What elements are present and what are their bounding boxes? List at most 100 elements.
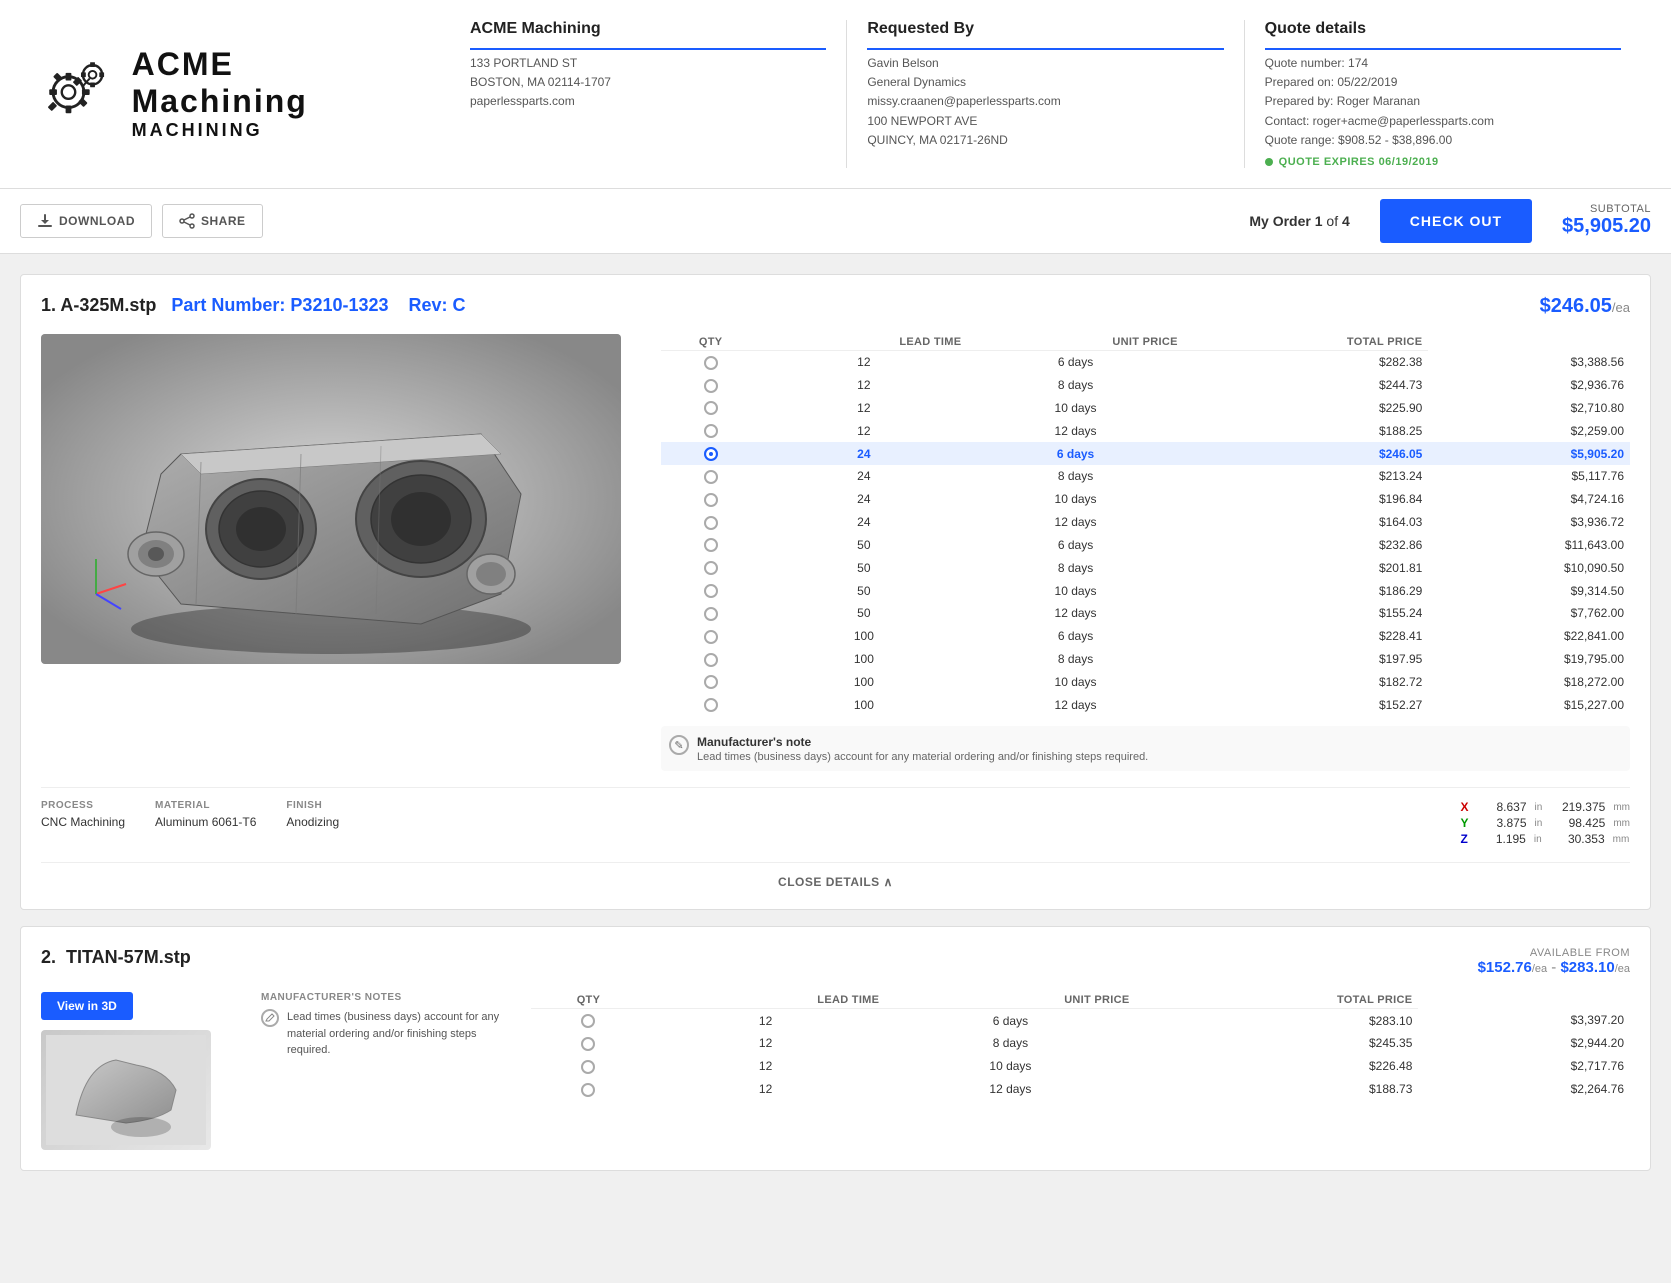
qty-cell: 100 bbox=[760, 625, 967, 648]
radio-button[interactable] bbox=[704, 584, 718, 598]
table-row[interactable]: 12 8 days $244.73 $2,936.76 bbox=[661, 374, 1630, 397]
radio-cell[interactable] bbox=[531, 1032, 646, 1055]
quote-contact: Contact: roger+acme@paperlessparts.com bbox=[1265, 112, 1621, 131]
total-price-cell: $18,272.00 bbox=[1428, 671, 1630, 694]
table-row[interactable]: 100 10 days $182.72 $18,272.00 bbox=[661, 671, 1630, 694]
radio-cell[interactable] bbox=[661, 556, 760, 579]
process-label: PROCESS bbox=[41, 800, 125, 811]
available-from: AVAILABLE FROM $152.76/ea - $283.10/ea bbox=[1478, 947, 1630, 976]
download-button[interactable]: DOWNLOAD bbox=[20, 204, 152, 238]
unit-price-cell: $246.05 bbox=[1184, 442, 1429, 465]
view-3d-button[interactable]: View in 3D bbox=[41, 992, 133, 1020]
lead-cell: 8 days bbox=[885, 1032, 1135, 1055]
radio-button[interactable] bbox=[704, 653, 718, 667]
table-row[interactable]: 12 8 days $245.35 $2,944.20 bbox=[531, 1032, 1630, 1055]
radio-cell[interactable] bbox=[661, 693, 760, 716]
radio-button[interactable] bbox=[704, 698, 718, 712]
table-row[interactable]: 100 6 days $228.41 $22,841.00 bbox=[661, 625, 1630, 648]
toolbar: DOWNLOAD SHARE My Order 1 of 4 CHECK OUT… bbox=[0, 189, 1671, 254]
radio-button[interactable] bbox=[581, 1037, 595, 1051]
part1-rev: Rev: C bbox=[409, 295, 466, 315]
radio-cell[interactable] bbox=[661, 625, 760, 648]
requested-by-title: Requested By bbox=[867, 20, 1223, 38]
radio-button[interactable] bbox=[704, 470, 718, 484]
radio-button[interactable] bbox=[704, 424, 718, 438]
table-row[interactable]: 24 10 days $196.84 $4,724.16 bbox=[661, 488, 1630, 511]
radio-cell[interactable] bbox=[661, 534, 760, 557]
radio-cell[interactable] bbox=[661, 671, 760, 694]
radio-button[interactable] bbox=[704, 493, 718, 507]
total-price-cell: $4,724.16 bbox=[1428, 488, 1630, 511]
radio-cell[interactable] bbox=[531, 1009, 646, 1032]
radio-button[interactable] bbox=[581, 1060, 595, 1074]
table-row[interactable]: 12 10 days $226.48 $2,717.76 bbox=[531, 1055, 1630, 1078]
table-row[interactable]: 50 10 days $186.29 $9,314.50 bbox=[661, 579, 1630, 602]
radio-button[interactable] bbox=[704, 516, 718, 530]
radio-cell[interactable] bbox=[661, 488, 760, 511]
radio-cell[interactable] bbox=[531, 1055, 646, 1078]
table-row[interactable]: 24 6 days $246.05 $5,905.20 bbox=[661, 442, 1630, 465]
radio-cell[interactable] bbox=[661, 419, 760, 442]
table-row[interactable]: 24 8 days $213.24 $5,117.76 bbox=[661, 465, 1630, 488]
qty-cell: 12 bbox=[646, 1055, 885, 1078]
radio-cell[interactable] bbox=[661, 511, 760, 534]
radio-cell[interactable] bbox=[661, 602, 760, 625]
table-row[interactable]: 12 6 days $282.38 $3,388.56 bbox=[661, 350, 1630, 373]
radio-button[interactable] bbox=[704, 447, 718, 461]
radio-cell[interactable] bbox=[661, 442, 760, 465]
dim-y-mm-unit: mm bbox=[1613, 818, 1630, 829]
radio-cell[interactable] bbox=[531, 1078, 646, 1101]
part1-per-ea: /ea bbox=[1612, 300, 1630, 315]
table-row[interactable]: 12 12 days $188.25 $2,259.00 bbox=[661, 419, 1630, 442]
unit-price-cell: $201.81 bbox=[1184, 556, 1429, 579]
table-row[interactable]: 100 12 days $152.27 $15,227.00 bbox=[661, 693, 1630, 716]
part1-image-area bbox=[41, 334, 641, 771]
checkout-button[interactable]: CHECK OUT bbox=[1380, 199, 1532, 243]
qty-cell: 50 bbox=[760, 602, 967, 625]
table-row[interactable]: 50 12 days $155.24 $7,762.00 bbox=[661, 602, 1630, 625]
radio-cell[interactable] bbox=[661, 465, 760, 488]
radio-button[interactable] bbox=[704, 401, 718, 415]
unit-price-cell: $155.24 bbox=[1184, 602, 1429, 625]
radio-cell[interactable] bbox=[661, 579, 760, 602]
lead-cell: 6 days bbox=[885, 1009, 1135, 1032]
table-row[interactable]: 24 12 days $164.03 $3,936.72 bbox=[661, 511, 1630, 534]
company-info-section: ACME Machining 133 PORTLAND ST BOSTON, M… bbox=[470, 20, 846, 168]
expires-dot bbox=[1265, 158, 1273, 166]
radio-button[interactable] bbox=[581, 1014, 595, 1028]
radio-button[interactable] bbox=[704, 630, 718, 644]
note-body: Lead times (business days) account for a… bbox=[697, 751, 1148, 763]
unit-price-cell: $182.72 bbox=[1184, 671, 1429, 694]
part1-card: 1. A-325M.stp Part Number: P3210-1323 Re… bbox=[20, 274, 1651, 910]
table-row[interactable]: 12 12 days $188.73 $2,264.76 bbox=[531, 1078, 1630, 1101]
radio-button[interactable] bbox=[704, 607, 718, 621]
share-button[interactable]: SHARE bbox=[162, 204, 263, 238]
dim-z-axis: Z bbox=[1461, 832, 1468, 846]
table-row[interactable]: 50 6 days $232.86 $11,643.00 bbox=[661, 534, 1630, 557]
radio-button[interactable] bbox=[704, 379, 718, 393]
unit-price-cell: $282.38 bbox=[1184, 350, 1429, 373]
radio-cell[interactable] bbox=[661, 397, 760, 420]
radio-button[interactable] bbox=[704, 538, 718, 552]
radio-button[interactable] bbox=[704, 675, 718, 689]
radio-cell[interactable] bbox=[661, 374, 760, 397]
qty-cell: 24 bbox=[760, 511, 967, 534]
qty-cell: 50 bbox=[760, 556, 967, 579]
close-details-button[interactable]: CLOSE DETAILS ∧ bbox=[41, 875, 1630, 889]
table-row[interactable]: 100 8 days $197.95 $19,795.00 bbox=[661, 648, 1630, 671]
table-row[interactable]: 12 6 days $283.10 $3,397.20 bbox=[531, 1009, 1630, 1032]
header: ACME Machining MACHINING ACME Machining … bbox=[0, 0, 1671, 189]
dim-x-axis: X bbox=[1461, 800, 1469, 814]
table-row[interactable]: 50 8 days $201.81 $10,090.50 bbox=[661, 556, 1630, 579]
radio-button[interactable] bbox=[704, 561, 718, 575]
subtotal-label: SUBTOTAL bbox=[1562, 203, 1651, 215]
table-row[interactable]: 12 10 days $225.90 $2,710.80 bbox=[661, 397, 1630, 420]
total-price-cell: $5,905.20 bbox=[1428, 442, 1630, 465]
radio-cell[interactable] bbox=[661, 350, 760, 373]
radio-button[interactable] bbox=[581, 1083, 595, 1097]
unit-price-cell: $244.73 bbox=[1184, 374, 1429, 397]
radio-button[interactable] bbox=[704, 356, 718, 370]
total-price-cell: $2,936.76 bbox=[1428, 374, 1630, 397]
radio-cell[interactable] bbox=[661, 648, 760, 671]
requested-by-section: Requested By Gavin Belson General Dynami… bbox=[846, 20, 1243, 168]
